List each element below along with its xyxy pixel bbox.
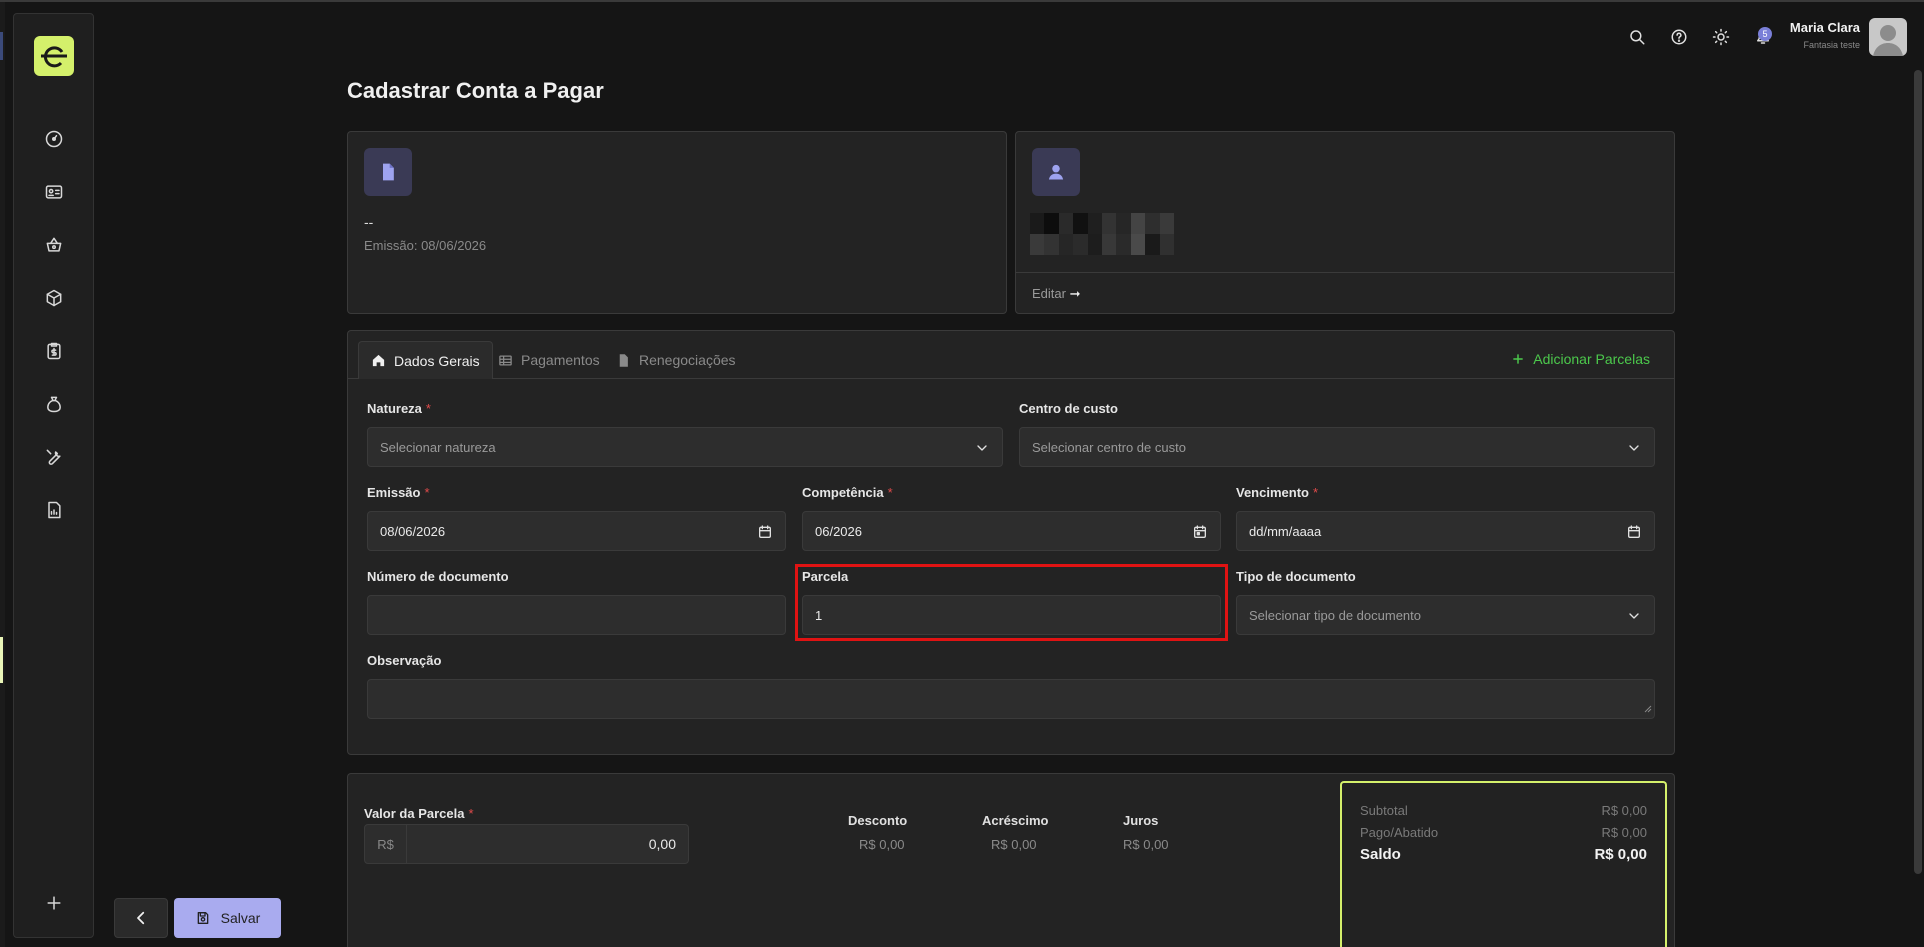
sun-icon[interactable]: [1710, 26, 1732, 48]
redacted-supplier-name: [1030, 213, 1174, 255]
window-top-border: [0, 0, 1924, 2]
saldo-row: Saldo R$ 0,00: [1360, 846, 1647, 863]
save-icon: [197, 912, 208, 924]
vencimento-label: Vencimento *: [1236, 485, 1319, 500]
user-company: Fantasia teste: [1803, 40, 1860, 50]
app-logo[interactable]: [34, 36, 74, 76]
file-icon: [364, 148, 412, 196]
logo-icon: [41, 46, 67, 68]
desconto-label: Desconto: [848, 813, 908, 828]
invoice-icon[interactable]: [41, 338, 67, 364]
avatar[interactable]: [1869, 18, 1907, 56]
edge-marker: [0, 32, 3, 60]
edit-label: Editar: [1032, 286, 1066, 301]
competencia-input[interactable]: 06/2026: [802, 511, 1221, 551]
add-parcelas-label: Adicionar Parcelas: [1533, 351, 1650, 367]
back-button[interactable]: [114, 898, 168, 938]
tab-bar: Dados Gerais Pagamentos Renegociações Ad…: [348, 331, 1674, 379]
numero-documento-label: Número de documento: [367, 569, 509, 584]
left-edge-strip: [0, 2, 5, 947]
subtotal-row: Subtotal R$ 0,00: [1360, 803, 1647, 818]
calendar-icon[interactable]: [757, 524, 773, 540]
save-label: Salvar: [220, 910, 261, 926]
parcela-highlight-box: [795, 564, 1228, 641]
chevron-left-icon: [137, 911, 145, 925]
arrow-right-icon: ➞: [1069, 286, 1081, 301]
emissao-date-input[interactable]: 08/06/2026: [367, 511, 786, 551]
user-name[interactable]: Maria Clara: [1790, 20, 1860, 35]
juros-label: Juros: [1123, 813, 1159, 828]
centro-custo-select[interactable]: Selecionar centro de custo: [1019, 427, 1655, 467]
observacao-label: Observação: [367, 653, 442, 668]
basket-icon[interactable]: [41, 232, 67, 258]
document-emission-date: Emissão: 08/06/2026: [364, 238, 487, 253]
dashboard-icon[interactable]: [41, 126, 67, 152]
centro-custo-label: Centro de custo: [1019, 401, 1118, 416]
valor-parcela-input[interactable]: R$ 0,00: [364, 824, 689, 864]
juros-value: R$ 0,00: [1123, 837, 1169, 852]
file-icon: [619, 353, 628, 367]
summary-box: Subtotal R$ 0,00 Pago/Abatido R$ 0,00 Sald…: [1340, 781, 1667, 947]
document-card: -- Emissão: 08/06/2026: [347, 131, 1007, 314]
scrollbar[interactable]: [1914, 70, 1922, 874]
report-icon[interactable]: [41, 497, 67, 523]
home-icon: [372, 354, 385, 367]
user-avatar-icon: [1873, 25, 1903, 56]
user-icon: [1032, 148, 1080, 196]
tab-dados-gerais[interactable]: Dados Gerais: [358, 341, 493, 379]
tools-icon[interactable]: [41, 444, 67, 470]
competencia-label: Competência *: [802, 485, 893, 500]
notification-badge: 5: [1758, 27, 1772, 41]
document-number: --: [364, 214, 374, 230]
tab-pagamentos[interactable]: Pagamentos: [486, 341, 612, 379]
plus-icon[interactable]: [41, 890, 67, 916]
acrescimo-value: R$ 0,00: [991, 837, 1037, 852]
edge-marker: [0, 637, 3, 683]
emissao-label: Emissão *: [367, 485, 430, 500]
natureza-select[interactable]: Selecionar natureza: [367, 427, 1003, 467]
pago-row: Pago/Abatido R$ 0,00: [1360, 825, 1647, 840]
money-bag-icon[interactable]: [41, 391, 67, 417]
page-title: Cadastrar Conta a Pagar: [347, 78, 604, 103]
resize-handle-icon[interactable]: [1642, 701, 1652, 716]
box-icon[interactable]: [41, 285, 67, 311]
table-icon: [499, 355, 512, 365]
search-icon[interactable]: [1626, 26, 1648, 48]
tipo-documento-label: Tipo de documento: [1236, 569, 1356, 584]
tab-label: Dados Gerais: [394, 352, 480, 369]
chevron-down-icon: [1626, 608, 1642, 624]
desconto-value: R$ 0,00: [859, 837, 905, 852]
contacts-card-icon[interactable]: [41, 179, 67, 205]
numero-documento-input[interactable]: [367, 595, 786, 635]
tab-label: Renegociações: [639, 352, 736, 368]
chevron-down-icon: [974, 440, 990, 456]
help-icon[interactable]: [1668, 26, 1690, 48]
edit-supplier-link[interactable]: Editar ➞: [1032, 286, 1081, 302]
observacao-textarea[interactable]: [367, 679, 1655, 719]
tipo-documento-select[interactable]: Selecionar tipo de documento: [1236, 595, 1655, 635]
calendar-icon[interactable]: [1626, 524, 1642, 540]
calendar-icon[interactable]: [1192, 524, 1208, 540]
tab-label: Pagamentos: [521, 352, 600, 368]
currency-prefix: R$: [365, 825, 407, 863]
save-button[interactable]: Salvar: [174, 898, 281, 938]
sidebar: [13, 13, 94, 938]
natureza-label: Natureza *: [367, 401, 431, 416]
card-divider: [1016, 272, 1674, 273]
chevron-down-icon: [1626, 440, 1642, 456]
acrescimo-label: Acréscimo: [982, 813, 1049, 828]
plus-icon: [1513, 354, 1523, 364]
add-parcelas-button[interactable]: Adicionar Parcelas: [1511, 351, 1650, 367]
vencimento-date-input[interactable]: dd/mm/aaaa: [1236, 511, 1655, 551]
supplier-card: Editar ➞: [1015, 131, 1675, 314]
valor-parcela-label: Valor da Parcela *: [364, 806, 474, 821]
tab-renegociacoes[interactable]: Renegociações: [604, 341, 748, 379]
